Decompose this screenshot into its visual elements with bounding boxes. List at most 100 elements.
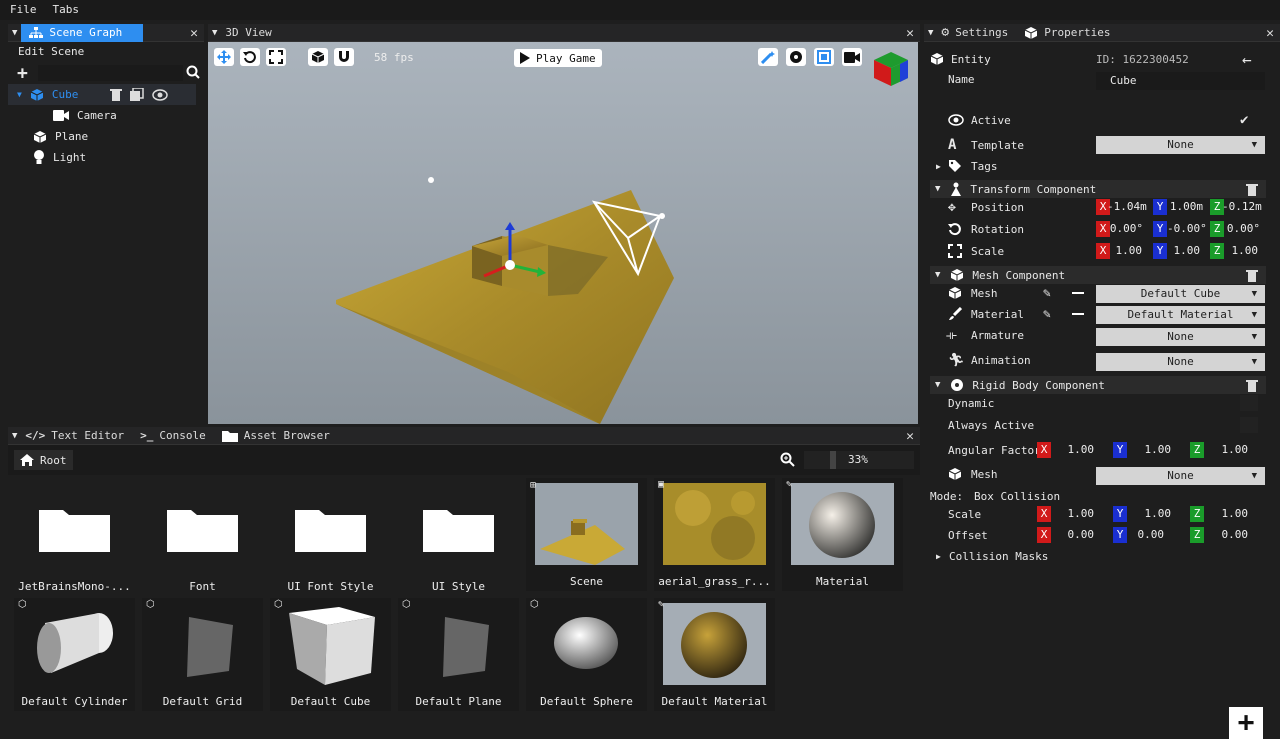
remove-icon[interactable] [1072, 313, 1084, 315]
rb-mesh-dropdown[interactable]: None ▼ [1096, 467, 1265, 485]
snap-button[interactable] [334, 48, 354, 66]
trash-icon[interactable] [1246, 183, 1258, 196]
tab-text-editor[interactable]: </> Text Editor [17, 427, 132, 445]
root-breadcrumb[interactable]: Root [14, 450, 73, 470]
edit-icon[interactable]: ✎ [1043, 307, 1051, 322]
dynamic-checkbox[interactable] [1240, 395, 1258, 411]
trash-icon[interactable] [1246, 379, 1258, 392]
tab-console[interactable]: >_ Console [132, 427, 214, 445]
asset-texture[interactable]: aerial_grass_r... ▣ [654, 478, 775, 591]
back-arrow-icon[interactable]: ← [1242, 50, 1252, 69]
play-game-button[interactable]: Play Game [514, 49, 602, 67]
animation-dropdown[interactable]: None ▼ [1096, 353, 1265, 371]
mesh-dropdown[interactable]: Default Cube ▼ [1096, 285, 1265, 303]
rb-scale-z-field[interactable]: 1.00 [1210, 506, 1249, 522]
panel-menu-icon[interactable]: ▼ [12, 28, 17, 38]
asset-folder[interactable]: Font [142, 483, 263, 596]
edit-icon[interactable]: ✎ [1043, 286, 1051, 301]
orientation-gizmo[interactable] [872, 50, 910, 88]
template-dropdown[interactable]: None ▼ [1096, 136, 1265, 154]
offset-y-field[interactable]: 0.00 [1126, 527, 1165, 543]
rotation-x-field[interactable]: 0.00° [1105, 221, 1143, 237]
rb-scale-y-field[interactable]: 1.00 [1133, 506, 1172, 522]
asset-folder[interactable]: UI Style [398, 483, 519, 596]
tab-3d-view[interactable]: 3D View [217, 24, 279, 42]
trash-icon[interactable] [1246, 269, 1258, 282]
scale-x-field[interactable]: 1.00 [1104, 243, 1143, 259]
scale-z-field[interactable]: 1.00 [1220, 243, 1259, 259]
collision-masks-row[interactable]: ▶ Collision Masks [924, 545, 1279, 567]
close-icon[interactable]: ✕ [190, 26, 198, 41]
angular-x-field[interactable]: 1.00 [1056, 442, 1095, 458]
cube-view-button[interactable] [308, 48, 328, 66]
asset-folder[interactable]: JetBrainsMono-... [14, 483, 135, 596]
angular-z-field[interactable]: 1.00 [1210, 442, 1249, 458]
asset-mesh[interactable]: Default Sphere ⬡ [526, 598, 647, 711]
rotation-z-field[interactable]: 0.00° [1222, 221, 1260, 237]
frame-button[interactable] [814, 48, 834, 66]
angular-y-field[interactable]: 1.00 [1133, 442, 1172, 458]
tab-asset-browser[interactable]: Asset Browser [214, 427, 338, 445]
asset-material[interactable]: Default Material ✎ [654, 598, 775, 711]
position-z-field[interactable]: -0.12m [1222, 199, 1262, 215]
collapse-icon[interactable]: ▼ [935, 270, 940, 280]
asset-mesh[interactable]: Default Grid ⬡ [142, 598, 263, 711]
eye-icon[interactable] [152, 88, 168, 101]
position-x-field[interactable]: -1.04m [1107, 199, 1147, 215]
offset-z-field[interactable]: 0.00 [1210, 527, 1249, 543]
scale-y-field[interactable]: 1.00 [1162, 243, 1201, 259]
collapse-icon[interactable]: ▼ [935, 380, 940, 390]
scale-tool-button[interactable] [266, 48, 286, 66]
expand-icon[interactable]: ▶ [936, 162, 941, 171]
tab-scene-graph[interactable]: Scene Graph [21, 23, 144, 42]
active-checkbox[interactable]: ✔ [1240, 112, 1248, 128]
position-y-field[interactable]: 1.00m [1165, 199, 1203, 215]
armature-dropdown[interactable]: None ▼ [1096, 328, 1265, 346]
menu-tabs[interactable]: Tabs [53, 1, 80, 19]
tree-node-camera[interactable]: Camera [8, 105, 204, 126]
asset-mesh[interactable]: Default Plane ⬡ [398, 598, 519, 711]
always-active-checkbox[interactable] [1240, 417, 1258, 433]
close-icon[interactable]: ✕ [906, 26, 914, 41]
zoom-slider-handle[interactable] [830, 451, 836, 469]
asset-mesh[interactable]: Default Cylinder ⬡ [14, 598, 135, 711]
rotate-icon [243, 51, 256, 64]
physics-button[interactable] [786, 48, 806, 66]
zoom-slider[interactable]: 33% [804, 451, 914, 469]
asset-scene[interactable]: Scene ⊞ [526, 478, 647, 591]
viewport[interactable]: 58 fps Play Game [208, 42, 918, 424]
asset-folder[interactable]: UI Font Style [270, 483, 391, 596]
duplicate-icon[interactable] [129, 88, 144, 101]
tags-row[interactable]: ▶ Tags [924, 155, 1279, 177]
close-icon[interactable]: ✕ [906, 429, 914, 444]
tab-properties[interactable]: Properties [1016, 24, 1118, 42]
add-component-button[interactable]: + [1229, 707, 1263, 739]
tab-settings[interactable]: ⚙ Settings [933, 24, 1016, 42]
move-tool-button[interactable] [214, 48, 234, 66]
tree-node-light[interactable]: Light [8, 147, 204, 168]
camera-button[interactable] [842, 48, 862, 66]
search-icon[interactable] [186, 65, 200, 79]
trash-icon[interactable] [109, 88, 122, 101]
asset-grid: JetBrainsMono-... Font UI Font Style UI … [8, 475, 920, 718]
remove-icon[interactable] [1072, 292, 1084, 294]
close-icon[interactable]: ✕ [1266, 26, 1274, 41]
rotate-tool-button[interactable] [240, 48, 260, 66]
expand-icon[interactable]: ▼ [17, 90, 22, 99]
asset-material[interactable]: Material ✎ [782, 478, 903, 591]
rb-scale-x-field[interactable]: 1.00 [1056, 506, 1095, 522]
name-input[interactable]: Cube [1096, 72, 1265, 90]
search-input[interactable] [38, 65, 183, 81]
menu-file[interactable]: File [10, 1, 37, 19]
tree-node-plane[interactable]: Plane [8, 126, 204, 147]
expand-icon[interactable]: ▶ [936, 552, 941, 561]
add-icon[interactable]: + [17, 63, 28, 84]
material-dropdown[interactable]: Default Material ▼ [1096, 306, 1265, 324]
offset-x-field[interactable]: 0.00 [1056, 527, 1095, 543]
asset-mesh[interactable]: Default Cube ⬡ [270, 598, 391, 711]
collapse-icon[interactable]: ▼ [935, 184, 940, 194]
rotation-y-field[interactable]: -0.00° [1167, 221, 1211, 237]
tree-node-cube[interactable]: ▼ Cube [8, 84, 196, 105]
scene-render[interactable] [208, 42, 918, 424]
brush-button[interactable] [758, 48, 778, 66]
